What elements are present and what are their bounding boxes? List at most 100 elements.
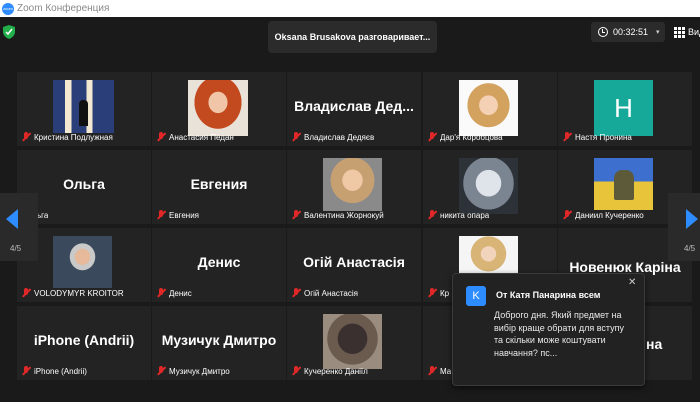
participant-tile[interactable]: Евгения Евгения — [152, 150, 286, 224]
window-title: Zoom Конференция — [17, 3, 110, 14]
participant-name: Даниил Кучеренко — [575, 210, 644, 220]
participant-name: Валентина Жорнокуй — [304, 210, 384, 220]
chat-message: Доброго дня. Який предмет на вибір краще… — [494, 310, 625, 358]
participant-name: ьга — [37, 210, 49, 220]
sender-avatar-letter: K — [472, 290, 480, 302]
muted-mic-icon — [427, 210, 437, 220]
participant-name-label: Владислав Дедяєв — [291, 131, 374, 143]
muted-mic-icon — [21, 366, 31, 376]
participant-display-name: iPhone (Andrii) — [33, 332, 135, 348]
participant-name-label: Даниил Кучеренко — [562, 209, 644, 221]
participant-name-label: Анастасия Педан — [156, 131, 234, 143]
participant-name: iPhone (Andrii) — [34, 366, 87, 376]
participant-name: Дар'я Коробцова — [440, 132, 503, 142]
participant-display-name: Владислав Дед... — [294, 98, 414, 114]
participant-display-name: Музичук Дмитро — [161, 332, 277, 348]
view-button[interactable]: Вид — [674, 22, 700, 42]
participant-name-label: Денис — [156, 287, 192, 299]
participant-tile[interactable]: Дар'я Коробцова — [423, 72, 557, 146]
participant-name-label: Ма — [427, 365, 451, 377]
avatar-letter: H — [614, 92, 633, 123]
participant-display-name: Ольга — [63, 176, 105, 192]
participant-name: Кр — [440, 288, 450, 298]
participant-tile[interactable]: Денис Денис — [152, 228, 286, 302]
participant-tile[interactable]: Анастасия Педан — [152, 72, 286, 146]
participant-name: Владислав Дедяєв — [304, 132, 375, 142]
participant-tile[interactable]: Кучеренко Даніїл — [287, 306, 421, 380]
participant-name: Ма — [440, 366, 452, 376]
participant-name-label: Валентина Жорнокуй — [291, 209, 384, 221]
participant-video — [459, 80, 518, 136]
chevron-down-icon: ▾ — [656, 29, 660, 36]
muted-mic-icon — [291, 210, 301, 220]
participant-video — [459, 158, 518, 214]
participant-name: Кристина Подлужная — [34, 132, 113, 142]
participant-name-label: никита опара — [427, 209, 489, 221]
participant-video — [323, 314, 382, 369]
participant-name: Настя Пронина — [575, 132, 632, 142]
arrow-right-icon — [686, 209, 698, 229]
chat-sender: От Катя Панарина всем — [496, 290, 601, 300]
participant-video — [594, 158, 653, 210]
muted-mic-icon — [291, 366, 301, 376]
participant-video — [53, 236, 112, 288]
participant-tile[interactable]: iPhone (Andrii) iPhone (Andrii) — [17, 306, 151, 380]
muted-mic-icon — [21, 288, 31, 298]
participant-name: Денис — [169, 288, 192, 298]
arrow-left-icon — [6, 209, 18, 229]
participant-tile[interactable]: Владислав Дед... Владислав Дедяєв — [287, 72, 421, 146]
title-bar: zoom Zoom Конференция — [0, 0, 700, 17]
muted-mic-icon — [21, 132, 31, 142]
participant-display-name: на — [646, 336, 663, 352]
participant-name-label: ьга — [37, 209, 48, 221]
muted-mic-icon — [562, 210, 572, 220]
participant-display-name: Огій Анастасія — [303, 254, 405, 270]
muted-mic-icon — [156, 288, 166, 298]
participant-name-label: VOLODYMYR KROITOR — [21, 287, 124, 299]
view-label: Вид — [688, 27, 700, 37]
shield-icon[interactable] — [3, 25, 15, 39]
muted-mic-icon — [156, 366, 166, 376]
participant-tile[interactable]: Музичук Дмитро Музичук Дмитро — [152, 306, 286, 380]
muted-mic-icon — [562, 132, 572, 142]
participant-avatar: H — [594, 80, 653, 136]
participant-display-name: Евгения — [190, 176, 248, 192]
timer-value: 00:32:51 — [613, 27, 649, 37]
muted-mic-icon — [427, 288, 437, 298]
participant-name: Огій Анастасія — [304, 288, 358, 298]
participant-video — [188, 80, 248, 136]
close-icon[interactable]: ✕ — [628, 277, 636, 288]
participant-video — [323, 158, 382, 211]
participant-name-label: Музичук Дмитро — [156, 365, 230, 377]
chat-notification[interactable]: K От Катя Панарина всем ✕ Доброго дня. Я… — [452, 273, 645, 386]
participant-name-label: Кристина Подлужная — [21, 131, 113, 143]
muted-mic-icon — [156, 210, 166, 220]
muted-mic-icon — [291, 288, 301, 298]
participant-name: Кучеренко Даніїл — [304, 366, 368, 376]
participant-name: VOLODYMYR KROITOR — [34, 288, 124, 298]
participant-name: Евгения — [169, 210, 199, 220]
meeting-timer[interactable]: 00:32:51 ▾ — [591, 22, 665, 42]
next-page-button[interactable]: 4/5 — [668, 193, 700, 261]
muted-mic-icon — [427, 366, 437, 376]
participant-name-label: iPhone (Andrii) — [21, 365, 87, 377]
participant-name-label: Кр — [427, 287, 449, 299]
muted-mic-icon — [156, 132, 166, 142]
participant-name-label: Огій Анастасія — [291, 287, 358, 299]
active-speaker-banner: Oksana Brusakova разговаривает... — [268, 21, 437, 53]
participant-name: Музичук Дмитро — [169, 366, 230, 376]
participant-tile[interactable]: H Настя Пронина — [558, 72, 692, 146]
participant-tile[interactable]: Огій Анастасія Огій Анастасія — [287, 228, 421, 302]
clock-icon — [598, 27, 608, 37]
page-indicator: 4/5 — [684, 244, 696, 253]
participant-name-label: Евгения — [156, 209, 199, 221]
page-indicator: 4/5 — [10, 244, 22, 253]
logo-text: zoom — [3, 6, 13, 11]
previous-page-button[interactable]: 4/5 — [0, 193, 38, 261]
muted-mic-icon — [427, 132, 437, 142]
participant-tile[interactable]: Кристина Подлужная — [17, 72, 151, 146]
participant-tile[interactable]: никита опара — [423, 150, 557, 224]
participant-display-name: Денис — [197, 254, 241, 270]
participant-name: Анастасия Педан — [169, 132, 234, 142]
participant-tile[interactable]: Валентина Жорнокуй — [287, 150, 421, 224]
